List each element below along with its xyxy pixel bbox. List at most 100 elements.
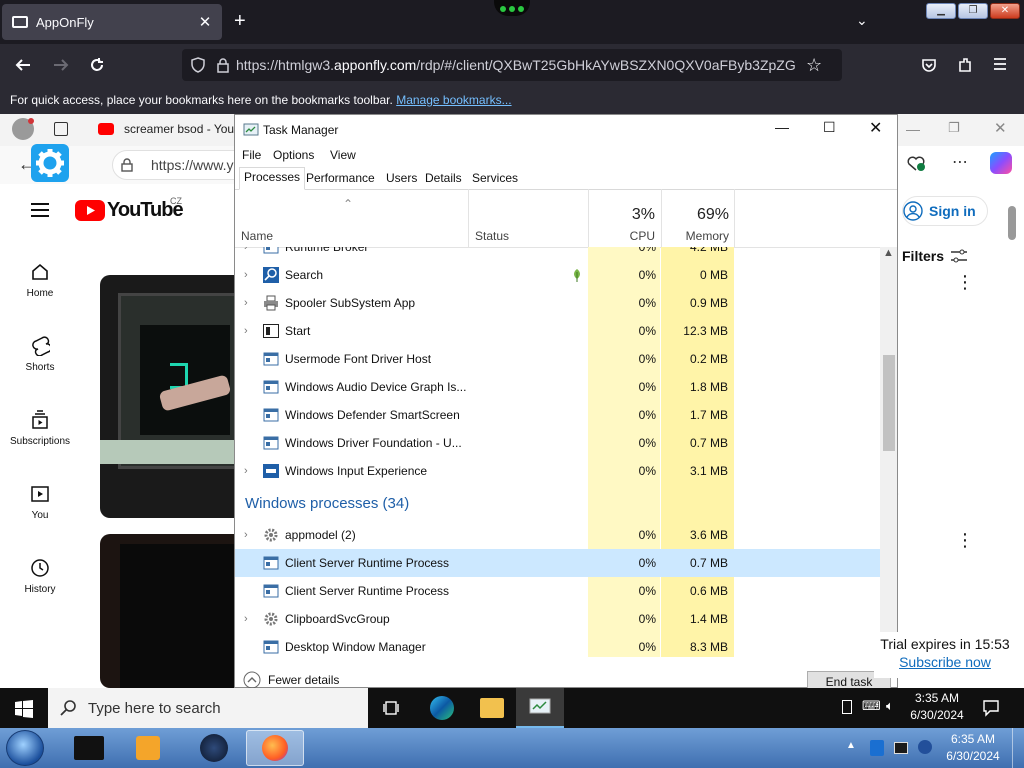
windows-start-icon[interactable] [15,700,33,718]
action-center-icon[interactable] [982,699,1000,717]
process-row[interactable]: Desktop Window Manager 0% 8.3 MB [235,633,880,657]
tm-minimize-button[interactable]: — [775,119,789,135]
col-cpu[interactable]: CPU [591,229,655,243]
tm-titlebar[interactable]: Task Manager — ☐ ✕ [235,115,897,145]
more-options-icon[interactable]: ⋯ [952,152,968,172]
yt-nav-home[interactable]: Home [0,262,80,299]
process-row[interactable]: Windows Defender SmartScreen 0% 1.7 MB [235,401,880,429]
show-hidden-icons[interactable]: ▲ [846,740,856,751]
process-row[interactable]: Windows Audio Device Graph Is... 0% 1.8 MB [235,373,880,401]
close-tab-icon[interactable]: ✕ [196,13,214,31]
process-row[interactable]: › appmodel (2) 0% 3.6 MB [235,521,880,549]
sign-in-button[interactable]: Sign in [902,196,988,226]
gear-icon[interactable] [31,144,69,182]
process-row[interactable]: Client Server Runtime Process 0% 0.7 MB [235,549,880,577]
close-window-button[interactable]: ✕ [990,3,1020,19]
tab-performance[interactable]: Performance [302,169,379,188]
local-start-orb-icon[interactable] [6,730,44,766]
edge-tab-title[interactable]: screamer bsod - You [124,122,234,136]
volume-icon[interactable]: 🔈︎ [886,698,894,714]
col-status[interactable]: Status [475,229,509,243]
reload-icon[interactable] [88,56,106,74]
edge-app-icon[interactable] [430,696,454,720]
minimize-button[interactable]: ▁ [926,3,956,19]
tab-details[interactable]: Details [421,169,466,188]
scrollbar-thumb[interactable] [1008,206,1016,240]
local-clock[interactable]: 6:35 AM 6/30/2024 [940,731,1006,765]
network-icon[interactable]: ⌨ [862,698,881,714]
back-arrow-icon[interactable] [14,56,32,74]
fewer-details-chevron-icon[interactable] [243,671,261,689]
expand-chevron-icon[interactable]: › [244,613,252,625]
taskbar-app-icon[interactable] [74,736,104,760]
file-explorer-icon[interactable] [480,698,504,718]
video-thumbnail[interactable] [100,275,234,518]
process-row[interactable]: › Start 0% 12.3 MB [235,317,880,345]
filters-label[interactable]: Filters [902,248,944,264]
menu-options[interactable]: Options [273,148,314,162]
firefox-taskbar-button[interactable] [246,730,304,766]
process-row[interactable]: Usermode Font Driver Host 0% 0.2 MB [235,345,880,373]
yt-nav-you[interactable]: You [0,484,80,521]
kebab-menu-icon[interactable]: ⋮ [956,530,974,551]
heart-check-icon[interactable] [906,156,926,172]
fewer-details-link[interactable]: Fewer details [268,673,339,687]
subscribe-link[interactable]: Subscribe now [874,654,1016,670]
tab-users[interactable]: Users [382,169,421,188]
col-name[interactable]: Name [241,229,273,243]
notes-tray-icon[interactable] [842,700,852,714]
tab-processes[interactable]: Processes [239,167,306,190]
tm-scrollbar-thumb[interactable] [883,355,895,451]
forward-arrow-icon[interactable] [52,56,70,74]
edge-minimize-icon[interactable]: — [906,121,920,137]
manage-bookmarks-link[interactable]: Manage bookmarks... [396,93,511,107]
yt-nav-history[interactable]: History [0,558,80,595]
tm-maximize-button[interactable]: ☐ [823,119,836,136]
taskbar-search-box[interactable]: Type here to search [48,688,368,728]
process-row[interactable]: › ClipboardSvcGroup 0% 1.4 MB [235,605,880,633]
process-row[interactable]: › Windows Input Experience 0% 3.1 MB [235,457,880,485]
sort-arrow-icon[interactable]: ⌃ [343,197,353,211]
yt-nav-shorts[interactable]: Shorts [0,336,80,373]
hamburger-menu-icon[interactable] [30,202,50,218]
media-player-icon[interactable] [136,736,160,760]
tm-scrollbar[interactable]: ▲ [880,247,897,657]
task-view-icon[interactable] [383,700,401,716]
tm-close-button[interactable]: ✕ [869,118,882,138]
edge-close-icon[interactable]: ✕ [994,119,1007,137]
expand-chevron-icon[interactable]: › [244,297,252,309]
expand-chevron-icon[interactable]: › [244,465,252,477]
maximize-button[interactable]: ❐ [958,3,988,19]
expand-chevron-icon[interactable]: › [244,529,252,541]
tab-actions-icon[interactable] [54,122,68,136]
video-thumbnail[interactable] [100,534,234,688]
list-tabs-chevron-icon[interactable]: ⌄ [856,12,868,29]
col-memory[interactable]: Memory [663,229,729,243]
extensions-icon[interactable] [956,56,974,74]
tab-services[interactable]: Services [468,169,522,188]
process-row[interactable]: › Spooler SubSystem App 0% 0.9 MB [235,289,880,317]
tray-monitor-icon[interactable] [894,742,908,754]
app-menu-icon[interactable] [992,56,1008,72]
scroll-up-icon[interactable]: ▲ [883,247,894,259]
tray-app-icon[interactable] [870,740,884,756]
yt-nav-subscriptions[interactable]: Subscriptions [0,410,80,447]
firefox-url-bar[interactable]: https://htmlgw3.apponfly.com/rdp/#/clien… [182,49,842,81]
pocket-icon[interactable] [920,56,938,74]
filter-sliders-icon[interactable] [950,248,968,264]
remote-clock[interactable]: 3:35 AM 6/30/2024 [906,690,968,724]
firefox-tab-apponfly[interactable]: AppOnFly ✕ [2,4,222,40]
expand-chevron-icon[interactable]: › [244,269,252,281]
edge-restore-icon[interactable]: ❐ [948,120,960,136]
bookmark-star-icon[interactable]: ☆ [806,55,822,76]
expand-chevron-icon[interactable]: › [244,247,252,253]
lock-icon[interactable] [216,57,230,73]
group-header-windows-processes[interactable]: Windows processes (34) [245,495,409,512]
copilot-icon[interactable] [990,152,1012,174]
tray-network-icon[interactable] [918,740,932,754]
shield-icon[interactable] [190,57,206,73]
kebab-menu-icon[interactable]: ⋮ [956,272,974,293]
new-tab-button[interactable]: + [234,10,246,33]
globe-app-icon[interactable] [200,734,228,762]
process-row[interactable]: › Search 0% 0 MB [235,261,880,289]
